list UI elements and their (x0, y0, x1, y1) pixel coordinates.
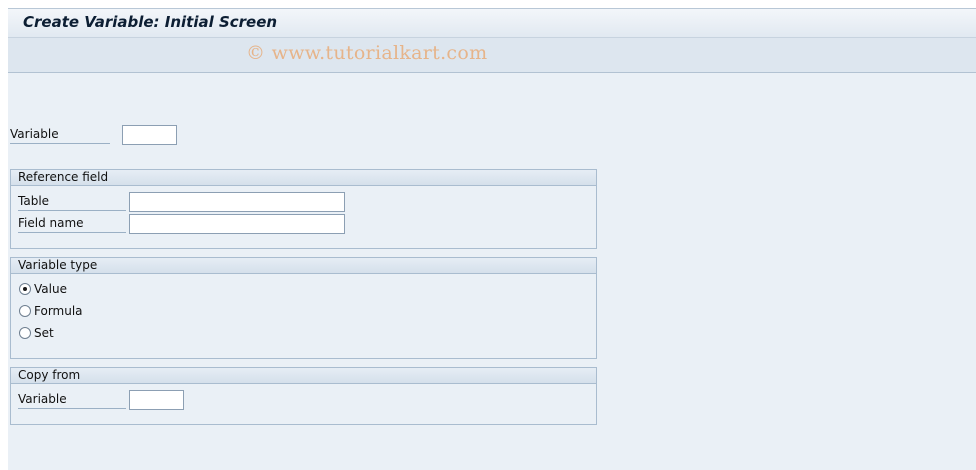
variable-type-title: Variable type (18, 258, 98, 272)
variable-type-header: Variable type (11, 258, 596, 274)
copy-from-title: Copy from (18, 368, 81, 382)
copy-from-header: Copy from (11, 368, 596, 384)
reference-field-title: Reference field (18, 170, 109, 184)
reference-field-group: Reference field Table Field name (10, 169, 597, 249)
radio-value-icon[interactable] (19, 283, 31, 295)
application-toolbar: © www.tutorialkart.com (8, 37, 976, 73)
sap-screen: Create Variable: Initial Screen © www.tu… (8, 8, 976, 470)
variable-type-group: Variable type Value Formula Set (10, 257, 597, 359)
title-bar: Create Variable: Initial Screen (8, 8, 976, 37)
radio-option-value[interactable]: Value (19, 281, 99, 297)
field-name-label: Field name (18, 214, 126, 233)
field-name-input[interactable] (129, 214, 345, 234)
radio-formula-label: Formula (34, 304, 83, 318)
table-input[interactable] (129, 192, 345, 212)
radio-value-label: Value (34, 282, 67, 296)
radio-option-set[interactable]: Set (19, 325, 99, 341)
variable-row: Variable (8, 125, 208, 145)
table-label: Table (18, 192, 126, 211)
radio-set-label: Set (34, 326, 54, 340)
copy-variable-label: Variable (18, 390, 126, 409)
copy-from-group: Copy from Variable (10, 367, 597, 425)
copy-variable-row: Variable (11, 390, 261, 410)
watermark-text: © www.tutorialkart.com (246, 42, 488, 64)
table-row: Table (11, 192, 411, 212)
radio-formula-icon[interactable] (19, 305, 31, 317)
radio-option-formula[interactable]: Formula (19, 303, 99, 319)
radio-set-icon[interactable] (19, 327, 31, 339)
copy-variable-input[interactable] (129, 390, 184, 410)
reference-field-header: Reference field (11, 170, 596, 186)
variable-label: Variable (10, 125, 110, 144)
page-title: Create Variable: Initial Screen (23, 13, 278, 31)
variable-input[interactable] (122, 125, 177, 145)
field-name-row: Field name (11, 214, 411, 234)
